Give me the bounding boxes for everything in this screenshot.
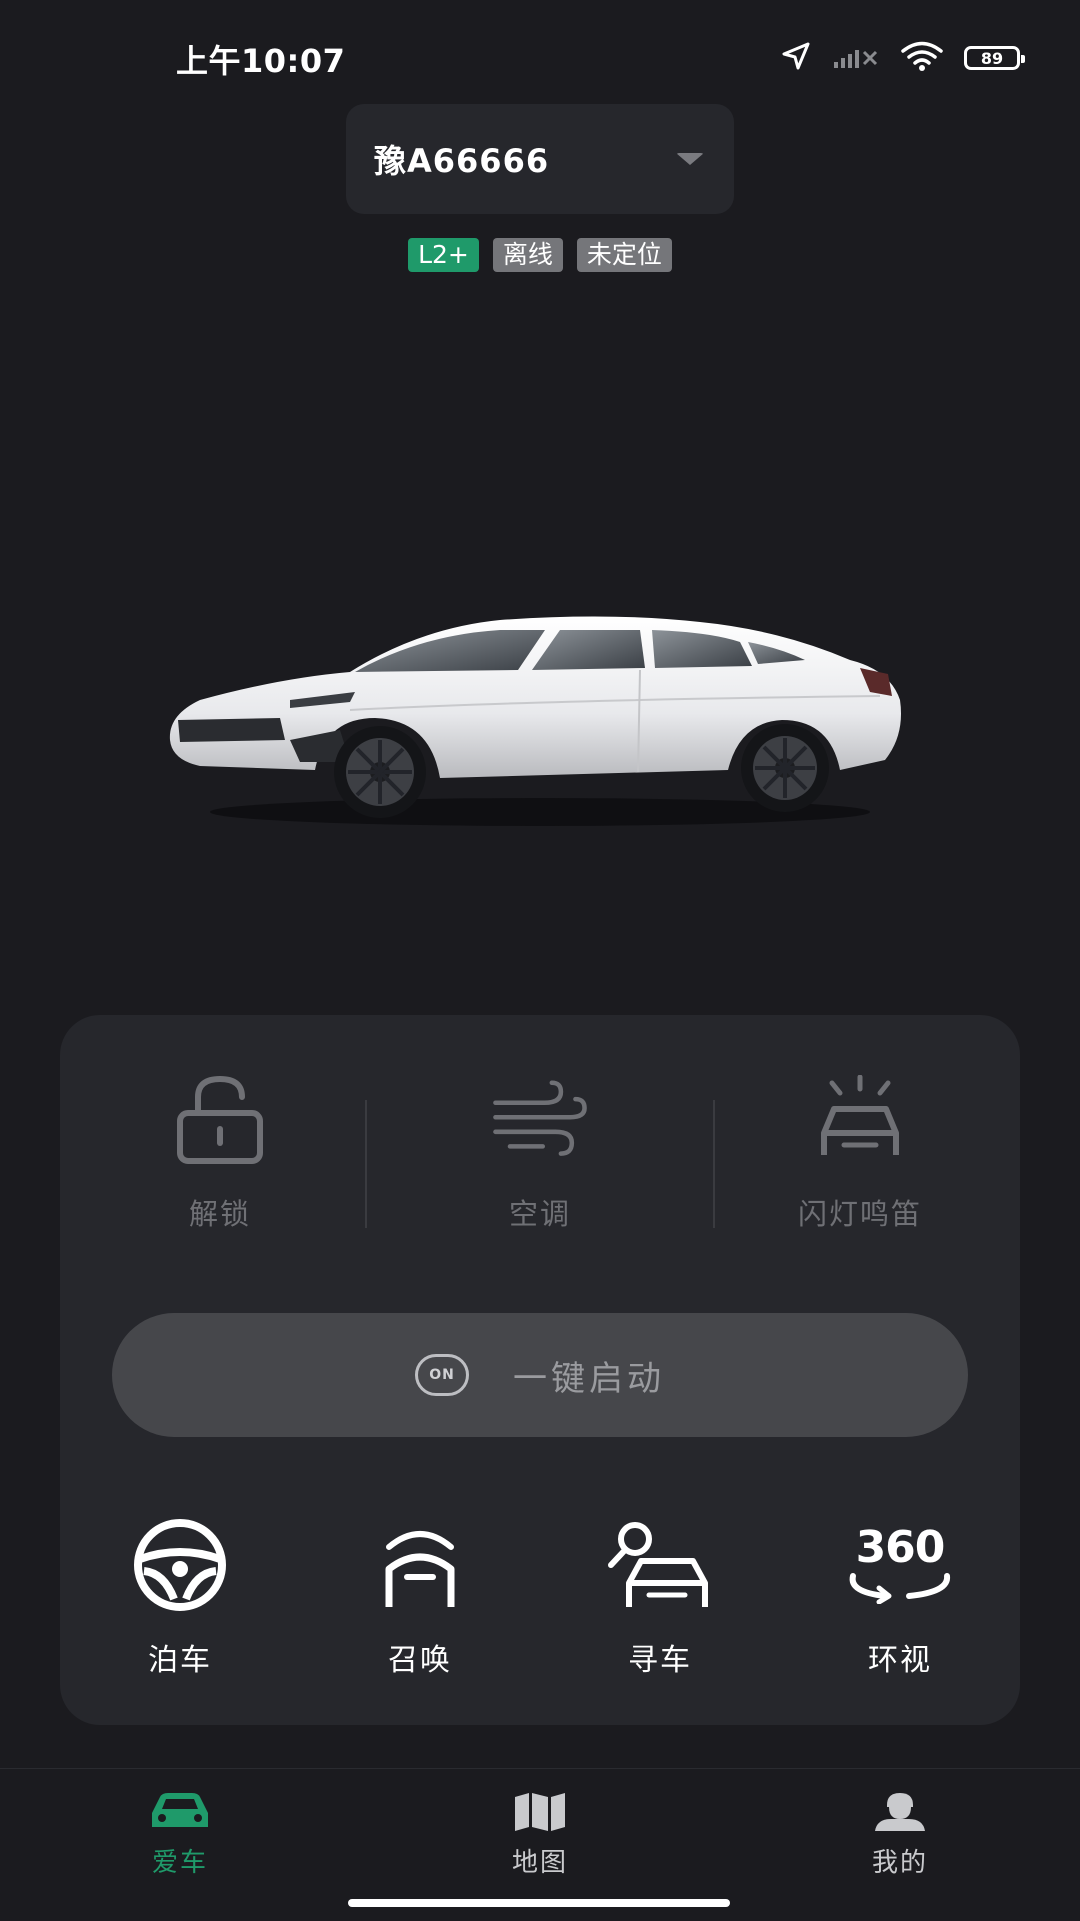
map-icon bbox=[505, 1789, 575, 1832]
parking-label: 泊车 bbox=[148, 1643, 212, 1678]
surround-view-icon: 360 bbox=[845, 1515, 955, 1615]
wifi-icon bbox=[900, 40, 944, 76]
plate-number: 豫A66666 bbox=[374, 142, 550, 180]
vehicle-selector[interactable]: 豫A66666 bbox=[346, 104, 734, 214]
car-image bbox=[140, 600, 940, 840]
status-badges: L2+ 离线 未定位 bbox=[0, 238, 1080, 272]
offline-badge: 离线 bbox=[492, 238, 563, 272]
home-indicator bbox=[348, 1899, 730, 1907]
summon-label: 召唤 bbox=[388, 1643, 452, 1678]
one-key-start-label: 一键启动 bbox=[513, 1358, 665, 1399]
find-car-label: 寻车 bbox=[628, 1643, 692, 1678]
parking-button[interactable]: 泊车 bbox=[60, 1515, 300, 1695]
surround-view-label: 环视 bbox=[868, 1643, 932, 1678]
surround-view-button[interactable]: 360 环视 bbox=[780, 1515, 1020, 1695]
battery-level: 89 bbox=[980, 48, 1004, 68]
unlock-button[interactable]: 解锁 bbox=[60, 1075, 380, 1265]
air-conditioning-label: 空调 bbox=[508, 1197, 571, 1231]
surround-view-icon-text: 360 bbox=[855, 1522, 946, 1573]
tab-my-car[interactable]: 爱车 bbox=[0, 1769, 360, 1879]
one-key-start-button[interactable]: ON 一键启动 bbox=[112, 1313, 968, 1437]
divider bbox=[365, 1100, 367, 1228]
user-icon bbox=[865, 1789, 935, 1832]
flash-horn-button[interactable]: 闪灯鸣笛 bbox=[700, 1075, 1020, 1265]
status-bar: 上午10:07 89 bbox=[0, 0, 1080, 110]
battery-icon: 89 bbox=[964, 46, 1025, 70]
status-icons: 89 bbox=[780, 40, 1025, 76]
action-row: 泊车 召唤 寻车 360 环视 bbox=[60, 1515, 1020, 1695]
signal-bars-icon bbox=[832, 42, 880, 74]
tab-my-car-label: 爱车 bbox=[151, 1848, 208, 1878]
control-card: 解锁 空调 闪灯鸣笛 ON 一键启动 泊车 召唤 寻车 360 环视 bbox=[60, 1015, 1020, 1725]
unlock-icon bbox=[170, 1075, 270, 1165]
tab-map[interactable]: 地图 bbox=[360, 1769, 720, 1879]
quick-controls: 解锁 空调 闪灯鸣笛 bbox=[60, 1075, 1020, 1265]
find-car-button[interactable]: 寻车 bbox=[540, 1515, 780, 1695]
summon-icon bbox=[365, 1515, 475, 1615]
tab-profile-label: 我的 bbox=[871, 1848, 928, 1878]
location-arrow-icon bbox=[780, 40, 812, 76]
unlock-label: 解锁 bbox=[188, 1197, 251, 1231]
steering-wheel-icon bbox=[125, 1515, 235, 1615]
unlocated-badge: 未定位 bbox=[576, 238, 672, 272]
air-conditioning-button[interactable]: 空调 bbox=[380, 1075, 700, 1265]
power-on-icon: ON bbox=[415, 1354, 469, 1396]
tab-map-label: 地图 bbox=[511, 1848, 568, 1878]
air-conditioning-icon bbox=[490, 1075, 590, 1165]
status-time: 上午10:07 bbox=[176, 42, 346, 80]
summon-button[interactable]: 召唤 bbox=[300, 1515, 540, 1695]
tab-profile[interactable]: 我的 bbox=[720, 1769, 1080, 1879]
flash-horn-icon bbox=[810, 1075, 910, 1165]
chevron-down-icon bbox=[676, 153, 704, 165]
car-icon bbox=[145, 1789, 215, 1832]
find-car-icon bbox=[605, 1515, 715, 1615]
bottom-nav: 爱车 地图 我的 bbox=[0, 1768, 1080, 1921]
divider bbox=[713, 1100, 715, 1228]
autonomy-level-badge: L2+ bbox=[408, 238, 479, 272]
flash-horn-label: 闪灯鸣笛 bbox=[797, 1197, 922, 1231]
